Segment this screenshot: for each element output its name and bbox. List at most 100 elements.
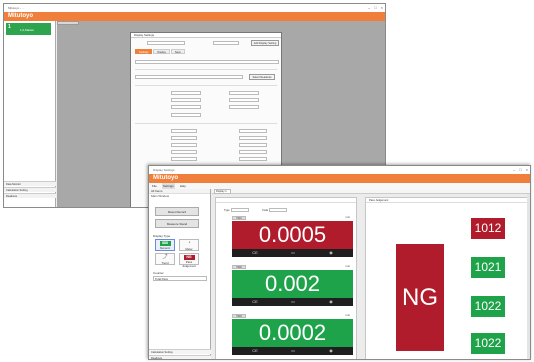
dialog-field-a[interactable]: [147, 41, 185, 45]
judgement-badge: 1021: [471, 257, 505, 278]
divider: [135, 85, 277, 86]
view-icon[interactable]: ◉: [322, 250, 340, 256]
type-select[interactable]: [230, 208, 249, 213]
gauge-value: 0.0005: [232, 221, 353, 249]
sidebar-item-calculation[interactable]: Calculation Setting: [149, 349, 211, 354]
gauge-tag: T001: [232, 216, 246, 220]
judgement-badge: 1012: [471, 218, 505, 239]
counter-select[interactable]: Total Pass: [153, 276, 207, 281]
data-icon[interactable]: ▭: [284, 250, 302, 256]
gauge-toolbar: CE ▭ ◉: [232, 249, 353, 257]
view-icon[interactable]: ◉: [322, 348, 340, 354]
gauge-readout-2[interactable]: T002 mm 0.002 CE ▭ ◉: [232, 265, 353, 309]
option-field-14[interactable]: [171, 150, 197, 154]
sidebar-item-readouts[interactable]: Readouts: [4, 193, 56, 198]
add-display-setting-button[interactable]: Add Display Setting: [251, 40, 279, 46]
sidebar-section-main-window[interactable]: Main Window: [149, 194, 210, 199]
sidebar-item-calculation[interactable]: Calculation Setting: [4, 187, 56, 192]
display-type-numeric[interactable]: 888 Numeric: [155, 239, 175, 251]
sidebar-item-data-monitor[interactable]: Data Monitor: [4, 181, 56, 186]
tab-save[interactable]: Save: [170, 49, 185, 54]
gauge-unit: mm: [345, 314, 350, 317]
content-tab-bar: Display 1: [212, 189, 530, 194]
dialog-field-b[interactable]: [213, 41, 239, 45]
minimize-icon[interactable]: –: [368, 5, 370, 10]
option-field-2[interactable]: [229, 91, 259, 95]
back-window-title: Mitutoyo - ...: [8, 6, 25, 10]
display-type-label: Display Type: [153, 234, 171, 238]
settings-sidebar: All Items Main Window Reset Record Measu…: [149, 189, 211, 359]
divider: [135, 69, 277, 70]
sidebar-item-readouts[interactable]: Readouts: [149, 355, 211, 359]
maximize-icon[interactable]: □: [519, 167, 521, 172]
dialog-name-field[interactable]: [135, 60, 279, 64]
option-field-9[interactable]: [239, 129, 267, 133]
option-field-4[interactable]: [229, 98, 259, 102]
tab-display-1[interactable]: Display 1: [214, 189, 231, 194]
dialog-tabs: Settings Display Save: [135, 49, 185, 54]
option-field-7[interactable]: [171, 113, 201, 117]
brand-logo: Mitutoyo: [8, 13, 33, 19]
option-field-6[interactable]: [229, 105, 259, 109]
close-icon[interactable]: ×: [526, 167, 528, 172]
tab-display[interactable]: Display: [153, 49, 170, 54]
ng-indicator: NG: [396, 244, 444, 351]
clear-entry-button[interactable]: CE: [246, 348, 264, 354]
back-workspace-tab[interactable]: [57, 21, 79, 25]
front-app-header: Mitutoyo: [149, 174, 530, 183]
foreground-app-window: Display Settings – □ × Mitutoyo File Set…: [148, 165, 531, 360]
gauge-unit: mm: [345, 216, 350, 219]
vertical-scrollbar[interactable]: [527, 194, 530, 359]
option-field-8[interactable]: [171, 129, 197, 133]
clear-entry-button[interactable]: CE: [246, 250, 264, 256]
code-label: Code: [262, 209, 269, 212]
dialog-readout-field[interactable]: [135, 75, 243, 79]
select-readouts-button[interactable]: Select Readouts: [249, 74, 275, 80]
option-field-15[interactable]: [239, 150, 267, 154]
data-icon[interactable]: ▭: [284, 348, 302, 354]
back-sidebar: 1 1,0,Master Data Monitor Calculation Se…: [4, 21, 56, 207]
display-type-meter[interactable]: ◔ Meter: [179, 239, 199, 251]
gauge-readout-3[interactable]: T003 mm 0.0002 CE ▭ ◉: [232, 314, 353, 358]
option-field-1[interactable]: [171, 91, 201, 95]
option-field-17[interactable]: [239, 157, 267, 161]
brand-logo: Mitutoyo: [153, 175, 178, 181]
judgement-badge: 1022: [471, 296, 505, 317]
option-field-16[interactable]: [171, 157, 197, 161]
readout-panel-header: [216, 198, 356, 203]
readout-tile[interactable]: 1 1,0,Master: [6, 23, 51, 35]
code-selector[interactable]: Code: [262, 208, 288, 213]
option-field-13[interactable]: [239, 143, 267, 147]
readout-tile-label: 1,0,Master: [20, 28, 35, 32]
display-type-trend[interactable]: ⤴ Trend: [155, 253, 175, 265]
maximize-icon[interactable]: □: [374, 5, 376, 10]
display-type-pass-judgement[interactable]: NG Pass Judgement: [179, 253, 199, 268]
type-selector[interactable]: Type: [224, 208, 249, 213]
minimize-icon[interactable]: –: [513, 167, 515, 172]
option-field-12[interactable]: [171, 143, 197, 147]
display-type-pass-judgement-label: Pass Judgement: [182, 260, 196, 268]
clear-entry-button[interactable]: CE: [246, 299, 264, 305]
option-field-3[interactable]: [171, 98, 201, 102]
option-field-10[interactable]: [171, 136, 197, 140]
judgement-badge: 1022: [471, 333, 505, 354]
data-icon[interactable]: ▭: [284, 299, 302, 305]
gauge-toolbar: CE ▭ ◉: [232, 347, 353, 355]
view-icon[interactable]: ◉: [322, 299, 340, 305]
reset-record-button[interactable]: Reset Record: [155, 207, 199, 216]
divider: [135, 123, 277, 124]
gauge-readout-1[interactable]: T001 mm 0.0005 CE ▭ ◉: [232, 216, 353, 260]
pass-judgement-header: Pass Judgement: [366, 198, 527, 203]
gauge-value: 0.002: [232, 270, 353, 298]
display-type-numeric-label: Numeric: [159, 246, 171, 250]
option-field-11[interactable]: [239, 136, 267, 140]
measure-stand-button[interactable]: Measure Stand: [155, 219, 199, 228]
tab-settings[interactable]: Settings: [135, 49, 153, 54]
gauge-tag: T002: [232, 265, 246, 269]
close-icon[interactable]: ×: [381, 5, 383, 10]
back-app-header: Mitutoyo: [4, 12, 385, 21]
option-field-5[interactable]: [171, 105, 201, 109]
code-select[interactable]: [269, 208, 288, 213]
type-label: Type: [224, 209, 230, 212]
trend-icon: ⤴: [162, 254, 168, 260]
